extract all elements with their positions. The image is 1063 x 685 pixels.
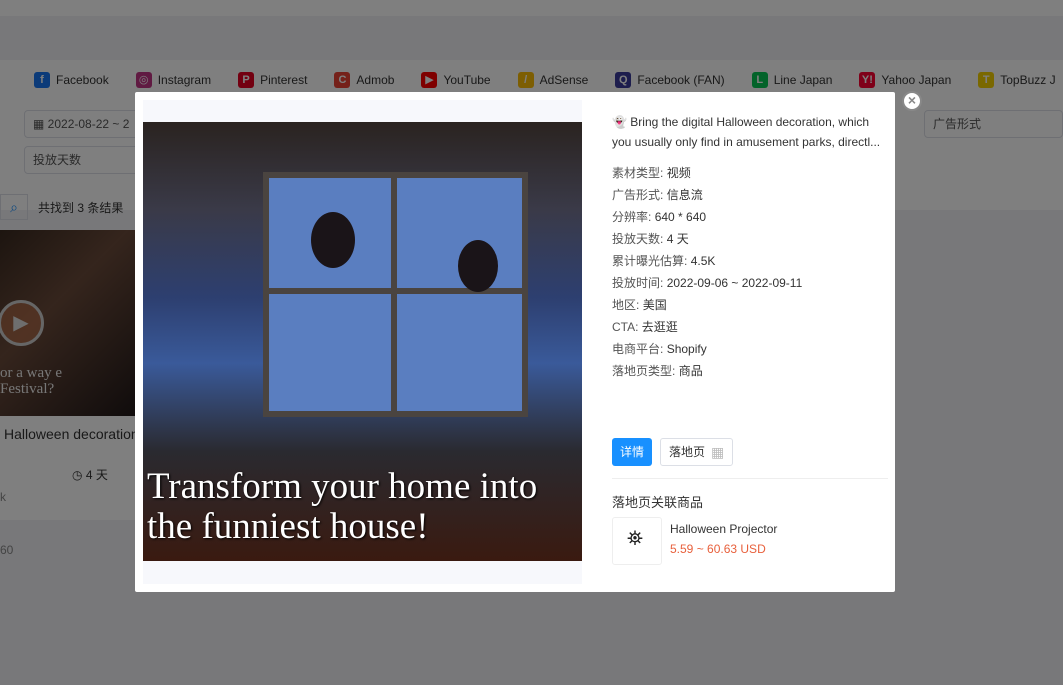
spider-image [311,212,355,268]
info-row: 落地页类型: 商品 [612,364,703,378]
qr-code-icon: ▦ [711,444,725,460]
info-row: 分辨率: 640 * 640 [612,210,707,224]
info-row: 投放时间: 2022-09-06 ~ 2022-09-11 [612,276,803,290]
divider [612,478,888,479]
info-row: 电商平台: Shopify [612,342,707,356]
details-button[interactable]: 详情 [612,438,653,466]
related-products-title: 落地页关联商品 [612,495,704,510]
video-frame[interactable]: Transform your home into the funniest ho… [143,122,582,561]
ad-info: 👻 Bring the digital Halloween decoration… [612,112,884,382]
product-thumbnail: ⛯ [612,517,662,565]
ad-description: 👻 Bring the digital Halloween decoration… [612,115,881,149]
info-row: 广告形式: 信息流 [612,188,703,202]
product-item[interactable]: ⛯ Halloween Projector 5.59 ~ 60.63 USD [612,517,777,565]
landing-page-button[interactable]: 落地页 ▦ [660,438,734,466]
info-row: 地区: 美国 [612,298,667,312]
ghost-emoji-icon: 👻 [612,115,631,129]
window-scene [263,172,528,417]
video-caption: Transform your home into the funniest ho… [147,466,538,547]
video-player[interactable]: Transform your home into the funniest ho… [143,100,582,584]
ad-detail-modal: Transform your home into the funniest ho… [135,91,922,592]
product-price: 5.59 ~ 60.63 USD [670,542,766,556]
info-row: 累计曝光估算: 4.5K [612,254,716,268]
info-row: 投放天数: 4 天 [612,232,689,246]
info-row: 素材类型: 视频 [612,166,691,180]
product-name[interactable]: Halloween Projector [670,519,777,539]
info-row: CTA: 去逛逛 [612,320,678,334]
spider-image [458,240,498,292]
close-icon[interactable]: × [902,91,922,111]
